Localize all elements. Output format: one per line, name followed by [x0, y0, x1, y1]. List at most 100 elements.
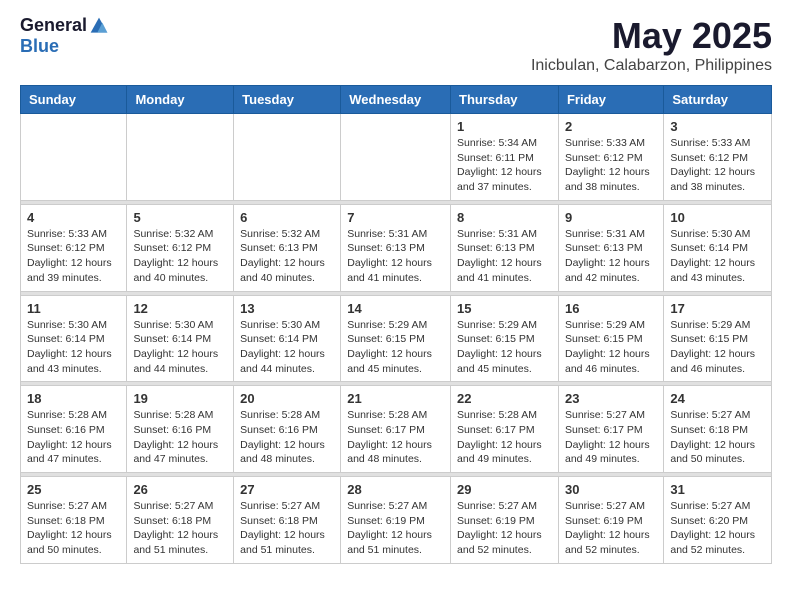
- main-title: May 2025: [531, 15, 772, 57]
- day-info: Sunrise: 5:27 AM Sunset: 6:17 PM Dayligh…: [565, 408, 657, 467]
- title-section: May 2025 Inicbulan, Calabarzon, Philippi…: [531, 15, 772, 75]
- day-info: Sunrise: 5:28 AM Sunset: 6:16 PM Dayligh…: [27, 408, 120, 467]
- day-info: Sunrise: 5:31 AM Sunset: 6:13 PM Dayligh…: [347, 227, 444, 286]
- calendar-week-row: 18 Sunrise: 5:28 AM Sunset: 6:16 PM Dayli…: [21, 386, 772, 473]
- day-number: 8: [457, 210, 552, 225]
- calendar-cell: 2Sunrise: 5:33 AM Sunset: 6:12 PM Daylig…: [558, 114, 663, 201]
- day-number: 16: [565, 301, 657, 316]
- day-info: Sunrise: 5:27 AM Sunset: 6:19 PM Dayligh…: [347, 499, 444, 558]
- calendar-cell: 16 Sunrise: 5:29 AM Sunset: 6:15 PM Dayli…: [558, 295, 663, 382]
- weekday-header-sunday: Sunday: [21, 86, 127, 114]
- day-info: Sunrise: 5:31 AM Sunset: 6:13 PM Dayligh…: [457, 227, 552, 286]
- calendar-cell: 14 Sunrise: 5:29 AM Sunset: 6:15 PM Dayli…: [341, 295, 451, 382]
- calendar-cell: 18 Sunrise: 5:28 AM Sunset: 6:16 PM Dayli…: [21, 386, 127, 473]
- calendar-cell: 1Sunrise: 5:34 AM Sunset: 6:11 PM Daylig…: [451, 114, 559, 201]
- day-info: Sunrise: 5:30 AM Sunset: 6:14 PM Dayligh…: [240, 318, 334, 377]
- day-number: 20: [240, 391, 334, 406]
- calendar-cell: 25 Sunrise: 5:27 AM Sunset: 6:18 PM Dayli…: [21, 477, 127, 564]
- calendar-cell: 10 Sunrise: 5:30 AM Sunset: 6:14 PM Dayli…: [664, 204, 772, 291]
- day-info: Sunrise: 5:27 AM Sunset: 6:18 PM Dayligh…: [27, 499, 120, 558]
- day-number: 18: [27, 391, 120, 406]
- logo: General Blue: [20, 15, 109, 57]
- day-info: Sunrise: 5:29 AM Sunset: 6:15 PM Dayligh…: [347, 318, 444, 377]
- day-number: 3: [670, 119, 765, 134]
- day-info: Sunrise: 5:29 AM Sunset: 6:15 PM Dayligh…: [457, 318, 552, 377]
- day-info: Sunrise: 5:29 AM Sunset: 6:15 PM Dayligh…: [565, 318, 657, 377]
- day-info: Sunrise: 5:27 AM Sunset: 6:18 PM Dayligh…: [670, 408, 765, 467]
- day-number: 13: [240, 301, 334, 316]
- calendar-cell: 7Sunrise: 5:31 AM Sunset: 6:13 PM Daylig…: [341, 204, 451, 291]
- calendar-week-row: 11 Sunrise: 5:30 AM Sunset: 6:14 PM Dayli…: [21, 295, 772, 382]
- day-info: Sunrise: 5:30 AM Sunset: 6:14 PM Dayligh…: [27, 318, 120, 377]
- day-number: 5: [133, 210, 227, 225]
- subtitle: Inicbulan, Calabarzon, Philippines: [531, 57, 772, 75]
- day-number: 25: [27, 482, 120, 497]
- day-number: 21: [347, 391, 444, 406]
- calendar-header-row: SundayMondayTuesdayWednesdayThursdayFrid…: [21, 86, 772, 114]
- calendar-cell: 23Sunrise: 5:27 AM Sunset: 6:17 PM Dayli…: [558, 386, 663, 473]
- day-info: Sunrise: 5:27 AM Sunset: 6:19 PM Dayligh…: [565, 499, 657, 558]
- calendar-cell: 3 Sunrise: 5:33 AM Sunset: 6:12 PM Daylig…: [664, 114, 772, 201]
- day-number: 9: [565, 210, 657, 225]
- calendar-cell: [234, 114, 341, 201]
- calendar-cell: 9Sunrise: 5:31 AM Sunset: 6:13 PM Daylig…: [558, 204, 663, 291]
- day-info: Sunrise: 5:28 AM Sunset: 6:17 PM Dayligh…: [347, 408, 444, 467]
- day-number: 22: [457, 391, 552, 406]
- day-number: 31: [670, 482, 765, 497]
- calendar-cell: 5 Sunrise: 5:32 AM Sunset: 6:12 PM Daylig…: [127, 204, 234, 291]
- day-info: Sunrise: 5:27 AM Sunset: 6:19 PM Dayligh…: [457, 499, 552, 558]
- day-number: 1: [457, 119, 552, 134]
- calendar-week-row: 25 Sunrise: 5:27 AM Sunset: 6:18 PM Dayli…: [21, 477, 772, 564]
- calendar-cell: 6Sunrise: 5:32 AM Sunset: 6:13 PM Daylig…: [234, 204, 341, 291]
- day-number: 17: [670, 301, 765, 316]
- calendar-cell: 15 Sunrise: 5:29 AM Sunset: 6:15 PM Dayli…: [451, 295, 559, 382]
- calendar-cell: 27Sunrise: 5:27 AM Sunset: 6:18 PM Dayli…: [234, 477, 341, 564]
- calendar-cell: 20 Sunrise: 5:28 AM Sunset: 6:16 PM Dayli…: [234, 386, 341, 473]
- calendar-cell: 29 Sunrise: 5:27 AM Sunset: 6:19 PM Dayli…: [451, 477, 559, 564]
- calendar-cell: [341, 114, 451, 201]
- calendar-week-row: 4 Sunrise: 5:33 AM Sunset: 6:12 PM Daylig…: [21, 204, 772, 291]
- calendar-cell: 17 Sunrise: 5:29 AM Sunset: 6:15 PM Dayli…: [664, 295, 772, 382]
- logo-icon: [89, 16, 109, 36]
- day-info: Sunrise: 5:30 AM Sunset: 6:14 PM Dayligh…: [670, 227, 765, 286]
- day-number: 14: [347, 301, 444, 316]
- day-number: 11: [27, 301, 120, 316]
- day-number: 27: [240, 482, 334, 497]
- header: General Blue May 2025 Inicbulan, Calabar…: [20, 15, 772, 75]
- day-number: 26: [133, 482, 227, 497]
- day-info: Sunrise: 5:28 AM Sunset: 6:16 PM Dayligh…: [240, 408, 334, 467]
- calendar-week-row: 1Sunrise: 5:34 AM Sunset: 6:11 PM Daylig…: [21, 114, 772, 201]
- weekday-header-friday: Friday: [558, 86, 663, 114]
- day-number: 28: [347, 482, 444, 497]
- logo-blue-text: Blue: [20, 36, 59, 57]
- weekday-header-wednesday: Wednesday: [341, 86, 451, 114]
- day-number: 4: [27, 210, 120, 225]
- day-number: 12: [133, 301, 227, 316]
- day-info: Sunrise: 5:29 AM Sunset: 6:15 PM Dayligh…: [670, 318, 765, 377]
- day-number: 10: [670, 210, 765, 225]
- day-info: Sunrise: 5:33 AM Sunset: 6:12 PM Dayligh…: [670, 136, 765, 195]
- logo-general-text: General: [20, 15, 87, 36]
- calendar-cell: [21, 114, 127, 201]
- calendar-cell: 8 Sunrise: 5:31 AM Sunset: 6:13 PM Daylig…: [451, 204, 559, 291]
- calendar-cell: 21 Sunrise: 5:28 AM Sunset: 6:17 PM Dayli…: [341, 386, 451, 473]
- day-number: 19: [133, 391, 227, 406]
- day-number: 6: [240, 210, 334, 225]
- weekday-header-tuesday: Tuesday: [234, 86, 341, 114]
- day-info: Sunrise: 5:33 AM Sunset: 6:12 PM Dayligh…: [27, 227, 120, 286]
- day-number: 30: [565, 482, 657, 497]
- calendar-cell: 12Sunrise: 5:30 AM Sunset: 6:14 PM Dayli…: [127, 295, 234, 382]
- calendar-cell: 28 Sunrise: 5:27 AM Sunset: 6:19 PM Dayli…: [341, 477, 451, 564]
- calendar-cell: 30 Sunrise: 5:27 AM Sunset: 6:19 PM Dayli…: [558, 477, 663, 564]
- calendar-table: SundayMondayTuesdayWednesdayThursdayFrid…: [20, 85, 772, 564]
- day-number: 24: [670, 391, 765, 406]
- day-info: Sunrise: 5:28 AM Sunset: 6:17 PM Dayligh…: [457, 408, 552, 467]
- day-number: 29: [457, 482, 552, 497]
- day-info: Sunrise: 5:27 AM Sunset: 6:18 PM Dayligh…: [133, 499, 227, 558]
- day-info: Sunrise: 5:33 AM Sunset: 6:12 PM Dayligh…: [565, 136, 657, 195]
- day-info: Sunrise: 5:32 AM Sunset: 6:12 PM Dayligh…: [133, 227, 227, 286]
- day-info: Sunrise: 5:28 AM Sunset: 6:16 PM Dayligh…: [133, 408, 227, 467]
- day-number: 15: [457, 301, 552, 316]
- calendar-cell: 31Sunrise: 5:27 AM Sunset: 6:20 PM Dayli…: [664, 477, 772, 564]
- calendar-cell: 26 Sunrise: 5:27 AM Sunset: 6:18 PM Dayli…: [127, 477, 234, 564]
